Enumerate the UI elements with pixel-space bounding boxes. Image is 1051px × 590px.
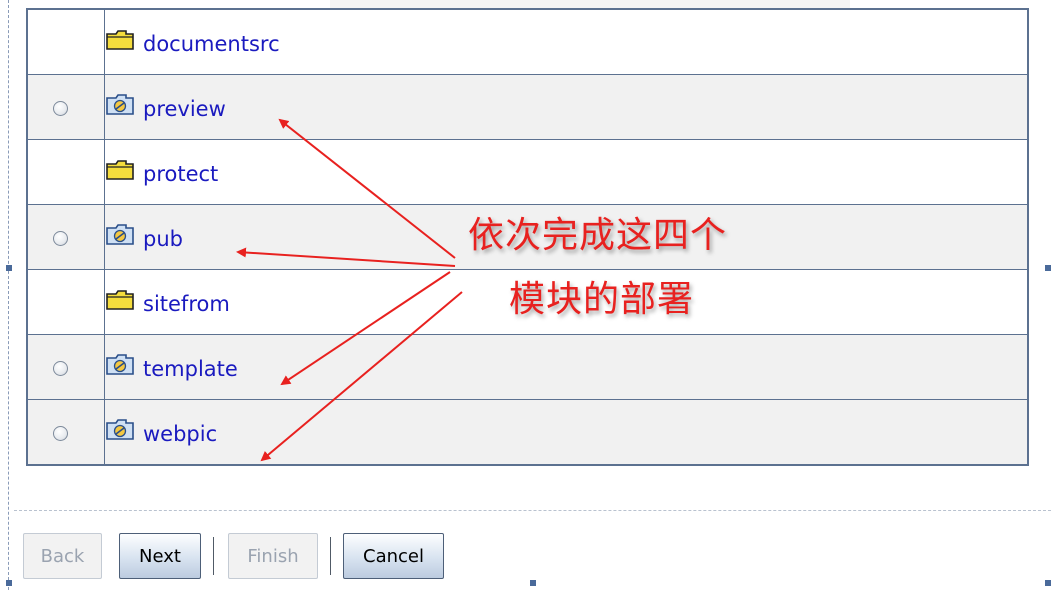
resize-handle[interactable] <box>6 580 12 586</box>
module-name-cell: preview <box>104 74 1029 140</box>
button-divider <box>213 537 214 575</box>
module-row: preview <box>26 74 1029 140</box>
module-radio[interactable] <box>52 360 68 376</box>
button-divider <box>330 537 331 575</box>
module-entry: preview <box>105 94 226 119</box>
module-name-cell: documentsrc <box>104 8 1029 75</box>
folder-icon <box>105 159 137 181</box>
module-entry: sitefrom <box>105 289 230 314</box>
module-link[interactable]: protect <box>143 163 218 185</box>
module-entry: protect <box>105 159 218 184</box>
module-name-cell: protect <box>104 139 1029 205</box>
module-link[interactable]: documentsrc <box>143 33 280 55</box>
resize-handle[interactable] <box>6 265 12 271</box>
module-name-cell: template <box>104 334 1029 400</box>
module-row: documentsrc <box>26 8 1029 75</box>
module-entry: template <box>105 354 238 379</box>
folder-icon <box>105 29 137 51</box>
select-cell <box>26 8 105 75</box>
module-link[interactable]: sitefrom <box>143 293 230 315</box>
module-radio[interactable] <box>52 230 68 246</box>
module-entry: webpic <box>105 419 217 444</box>
web-module-icon <box>105 419 137 441</box>
web-module-icon <box>105 94 137 116</box>
module-name-cell: webpic <box>104 399 1029 466</box>
top-strip <box>330 0 850 8</box>
web-module-icon <box>105 354 137 376</box>
select-cell <box>26 139 105 205</box>
annotation-line-1: 依次完成这四个 <box>468 215 728 256</box>
resize-handle[interactable] <box>1045 265 1051 271</box>
module-radio[interactable] <box>52 425 68 441</box>
back-button[interactable]: Back <box>23 533 102 579</box>
resize-handle[interactable] <box>530 580 536 586</box>
select-cell <box>26 399 105 466</box>
module-entry: documentsrc <box>105 29 280 54</box>
module-entry: pub <box>105 224 183 249</box>
module-link[interactable]: template <box>143 358 238 380</box>
module-row: template <box>26 334 1029 400</box>
module-link[interactable]: pub <box>143 228 183 250</box>
left-guide-line <box>8 0 9 590</box>
select-cell <box>26 74 105 140</box>
module-link[interactable]: webpic <box>143 423 217 445</box>
annotation-line-2: 模块的部署 <box>509 279 695 320</box>
select-cell <box>26 269 105 335</box>
select-cell <box>26 334 105 400</box>
resize-handle[interactable] <box>1045 580 1051 586</box>
select-cell <box>26 204 105 270</box>
next-button[interactable]: Next <box>119 533 201 579</box>
module-row: webpic <box>26 399 1029 466</box>
folder-icon <box>105 289 137 311</box>
finish-button[interactable]: Finish <box>228 533 318 579</box>
footer-separator <box>14 510 1051 511</box>
web-module-icon <box>105 224 137 246</box>
cancel-button[interactable]: Cancel <box>343 533 444 579</box>
module-row: protect <box>26 139 1029 205</box>
module-link[interactable]: preview <box>143 98 226 120</box>
module-radio[interactable] <box>52 100 68 116</box>
